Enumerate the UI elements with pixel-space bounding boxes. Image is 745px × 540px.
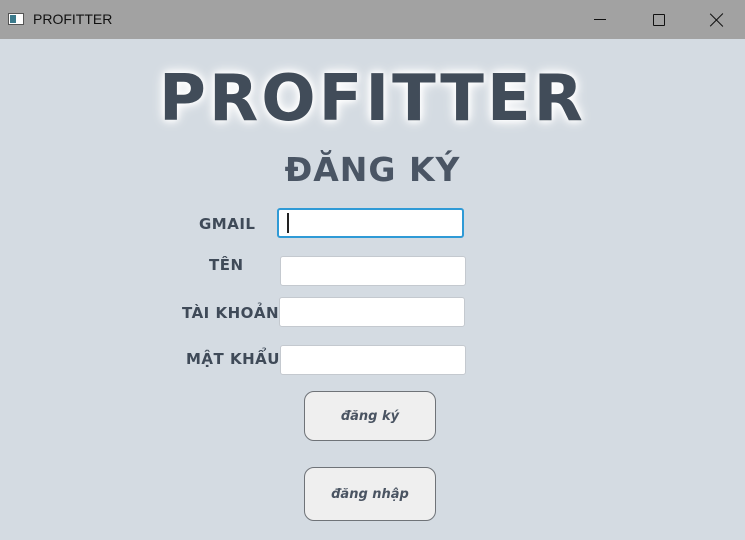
title-bar: PROFITTER <box>0 0 745 39</box>
account-label: TÀI KHOẢN <box>182 304 280 322</box>
password-label: MẬT KHẨU <box>186 350 280 368</box>
minimize-button[interactable] <box>571 0 629 39</box>
maximize-icon <box>653 13 665 26</box>
register-button[interactable]: đăng ký <box>304 391 436 441</box>
close-icon <box>710 13 724 27</box>
account-input[interactable] <box>279 297 465 327</box>
minimize-icon <box>594 19 606 20</box>
window-title: PROFITTER <box>33 11 113 27</box>
login-button[interactable]: đăng nhập <box>304 467 436 521</box>
text-caret <box>287 213 289 233</box>
close-button[interactable] <box>688 0 745 39</box>
password-input[interactable] <box>280 345 466 375</box>
maximize-button[interactable] <box>630 0 688 39</box>
gmail-label: GMAIL <box>199 215 256 233</box>
gmail-input[interactable] <box>277 208 464 238</box>
register-heading: ĐĂNG KÝ <box>284 150 461 189</box>
name-label: TÊN <box>209 256 244 274</box>
name-input[interactable] <box>280 256 466 286</box>
app-window-icon <box>8 13 24 25</box>
app-name-heading: PROFITTER <box>159 62 586 136</box>
